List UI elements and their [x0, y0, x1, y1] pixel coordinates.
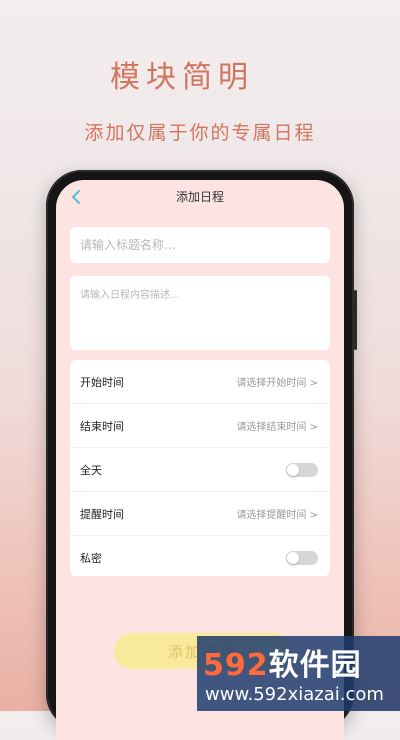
watermark-logo: 592软件园 [203, 640, 362, 684]
watermark-logo-number: 592 [203, 648, 269, 683]
start-time-row[interactable]: 开始时间 请选择开始时间 > [70, 360, 330, 404]
all-day-toggle[interactable] [286, 462, 318, 477]
all-day-label: 全天 [80, 463, 102, 477]
watermark-logo-text: 软件园 [268, 648, 362, 683]
watermark-url: www.592xiazai.com [205, 684, 384, 705]
title-input[interactable] [70, 227, 330, 263]
reminder-time-label: 提醒时间 [80, 507, 124, 521]
toggle-knob [287, 463, 299, 476]
start-time-label: 开始时间 [80, 375, 124, 389]
settings-card: 开始时间 请选择开始时间 > 结束时间 请选择结束时间 > 全天 提醒时间 请选… [70, 360, 330, 576]
end-time-value: 请选择结束时间 > [236, 422, 318, 433]
phone-side-button [354, 290, 357, 350]
reminder-time-row[interactable]: 提醒时间 请选择提醒时间 > [70, 492, 330, 536]
description-input[interactable] [70, 276, 330, 350]
toggle-knob [287, 551, 299, 564]
private-label: 私密 [80, 551, 102, 565]
private-row: 私密 [70, 536, 330, 579]
top-bar: 添加日程 [56, 180, 344, 214]
end-time-row[interactable]: 结束时间 请选择结束时间 > [70, 404, 330, 448]
hero-subtitle: 添加仅属于你的专属日程 [84, 122, 316, 144]
hero-title: 模块简明 [110, 60, 254, 95]
watermark-banner: 592软件园 www.592xiazai.com [197, 636, 400, 711]
end-time-label: 结束时间 [80, 419, 124, 433]
private-toggle[interactable] [286, 550, 318, 565]
start-time-value: 请选择开始时间 > [236, 378, 318, 389]
reminder-time-value: 请选择提醒时间 > [236, 510, 318, 521]
all-day-row: 全天 [70, 448, 330, 492]
page-title: 添加日程 [175, 190, 224, 204]
